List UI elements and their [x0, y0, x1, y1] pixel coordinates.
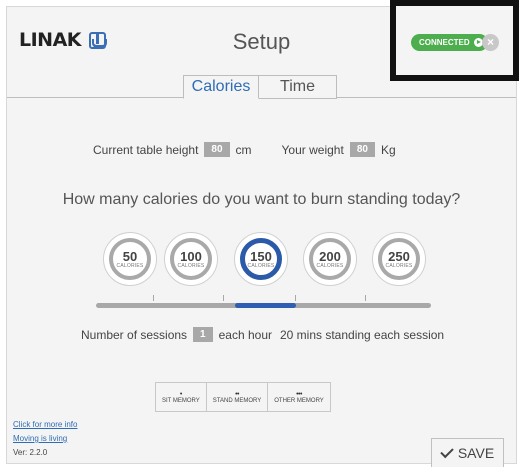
- slider-selected-segment[interactable]: [235, 303, 296, 308]
- measurement-row: Current table height 80 cm Your weight 8…: [93, 142, 396, 157]
- weight-unit: Kg: [380, 142, 396, 157]
- sessions-field[interactable]: 1: [193, 327, 213, 342]
- calorie-unit: CALORIES: [177, 262, 205, 269]
- calorie-option-100[interactable]: 100 CALORIES: [164, 232, 218, 286]
- moving-is-living-link[interactable]: Moving is living: [13, 434, 77, 443]
- more-info-link[interactable]: Click for more info: [13, 420, 77, 429]
- version-text: Ver: 2.2.0: [13, 448, 48, 457]
- tab-time[interactable]: Time: [259, 75, 337, 99]
- sit-memory-button[interactable]: • SIT MEMORY: [156, 383, 207, 411]
- other-memory-button[interactable]: ••• OTHER MEMORY: [268, 383, 330, 411]
- table-height-field[interactable]: 80: [204, 142, 230, 157]
- sessions-suffix: each hour: [218, 327, 272, 342]
- calorie-unit: CALORIES: [316, 262, 344, 269]
- memory-dots-icon: ••: [235, 390, 239, 398]
- calorie-value: 100: [180, 248, 202, 264]
- calorie-option-200[interactable]: 200 CALORIES: [303, 232, 357, 286]
- calorie-unit: CALORIES: [116, 262, 144, 269]
- memory-buttons: • SIT MEMORY •• STAND MEMORY ••• OTHER M…: [155, 382, 331, 412]
- footer-links: Click for more info Moving is living Ver…: [13, 420, 77, 457]
- save-button[interactable]: SAVE: [431, 438, 504, 467]
- sessions-row: Number of sessions 1 each hour 20 mins s…: [81, 327, 444, 342]
- tab-calories[interactable]: Calories: [183, 75, 259, 99]
- table-height-unit: cm: [235, 142, 252, 157]
- slider-tick: [223, 295, 224, 301]
- connection-status-highlight: CONNECTED ×: [390, 0, 519, 81]
- slider-tick: [295, 295, 296, 301]
- memory-label: SIT MEMORY: [162, 397, 200, 404]
- calorie-value: 150: [250, 248, 272, 264]
- calorie-question: How many calories do you want to burn st…: [62, 191, 461, 208]
- connected-badge[interactable]: CONNECTED: [411, 34, 488, 51]
- connected-label: CONNECTED: [419, 38, 470, 47]
- memory-label: OTHER MEMORY: [274, 397, 324, 404]
- calorie-value: 200: [319, 248, 341, 264]
- sessions-detail: 20 mins standing each session: [279, 327, 445, 342]
- memory-dots-icon: •••: [296, 390, 302, 398]
- memory-label: STAND MEMORY: [212, 397, 262, 404]
- memory-dots-icon: •: [179, 390, 182, 398]
- calorie-option-ring: 100 CALORIES: [170, 238, 212, 280]
- calorie-option-150[interactable]: 150 CALORIES: [234, 232, 288, 286]
- weight-field[interactable]: 80: [349, 142, 375, 157]
- calorie-option-50[interactable]: 50 CALORIES: [103, 232, 157, 286]
- slider-tick: [365, 295, 366, 301]
- slider-tick: [153, 295, 154, 301]
- calorie-value: 250: [388, 248, 410, 264]
- sessions-label: Number of sessions: [81, 327, 188, 342]
- checkmark-icon: [440, 444, 454, 458]
- calorie-unit: CALORIES: [247, 262, 275, 269]
- calorie-option-ring: 200 CALORIES: [309, 238, 351, 280]
- save-label: SAVE: [457, 445, 495, 461]
- weight-label: Your weight: [281, 142, 344, 157]
- calorie-value: 50: [122, 248, 138, 264]
- table-height-label: Current table height: [93, 142, 199, 157]
- calorie-unit: CALORIES: [385, 262, 413, 269]
- calorie-option-ring: 250 CALORIES: [378, 238, 420, 280]
- calorie-option-ring: 50 CALORIES: [109, 238, 151, 280]
- calorie-option-250[interactable]: 250 CALORIES: [372, 232, 426, 286]
- stand-memory-button[interactable]: •• STAND MEMORY: [207, 383, 269, 411]
- close-icon[interactable]: ×: [482, 34, 499, 51]
- calorie-option-ring: 150 CALORIES: [240, 238, 282, 280]
- calorie-slider[interactable]: [96, 303, 431, 308]
